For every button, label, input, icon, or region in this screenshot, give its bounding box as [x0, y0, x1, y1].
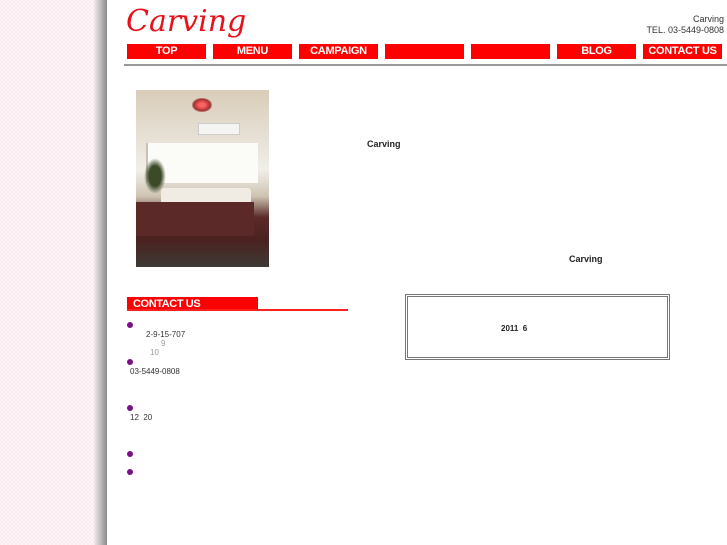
nav-campaign[interactable]: CAMPAIGN	[299, 44, 378, 59]
contact-hours: 12 20	[130, 413, 153, 422]
nav-top[interactable]: TOP	[127, 44, 206, 59]
contact-address-note-1: 9	[161, 339, 166, 348]
nav-contact-us[interactable]: CONTACT US	[643, 44, 722, 59]
notice-box: 2011 6	[405, 294, 670, 360]
photo-massage-bed	[136, 202, 254, 236]
header-contact-info: Carving TEL. 03-5449-0808	[646, 14, 724, 36]
side-background-pattern	[0, 0, 94, 545]
contact-phone: 03-5449-0808	[130, 367, 180, 376]
nav-menu[interactable]: MENU	[213, 44, 292, 59]
bullet-icon	[127, 469, 133, 475]
header-shop-name: Carving	[692, 14, 724, 24]
intro-title: Carving	[367, 139, 401, 149]
site-logo[interactable]: Carving	[126, 4, 246, 40]
bullet-icon	[127, 322, 133, 328]
bullet-icon	[127, 451, 133, 457]
intro-signature: Carving	[569, 254, 603, 264]
contact-address-note-2: 10	[150, 348, 159, 357]
bullet-icon	[127, 405, 133, 411]
nav-blog[interactable]: BLOG	[557, 44, 636, 59]
photo-ceiling-lamp	[192, 98, 212, 112]
nav-blank-2[interactable]	[471, 44, 550, 59]
salon-room-photo	[136, 90, 269, 267]
contact-heading-underline	[127, 309, 348, 311]
contact-address: 2-9-15-707	[146, 330, 186, 339]
photo-air-conditioner	[198, 123, 240, 135]
bullet-icon	[127, 359, 133, 365]
nav-blank-1[interactable]	[385, 44, 464, 59]
header-tel: TEL. 03-5449-0808	[646, 25, 724, 35]
notice-text: 2011 6	[501, 324, 528, 333]
side-shadow-edge	[94, 0, 107, 545]
header-divider	[124, 64, 727, 66]
